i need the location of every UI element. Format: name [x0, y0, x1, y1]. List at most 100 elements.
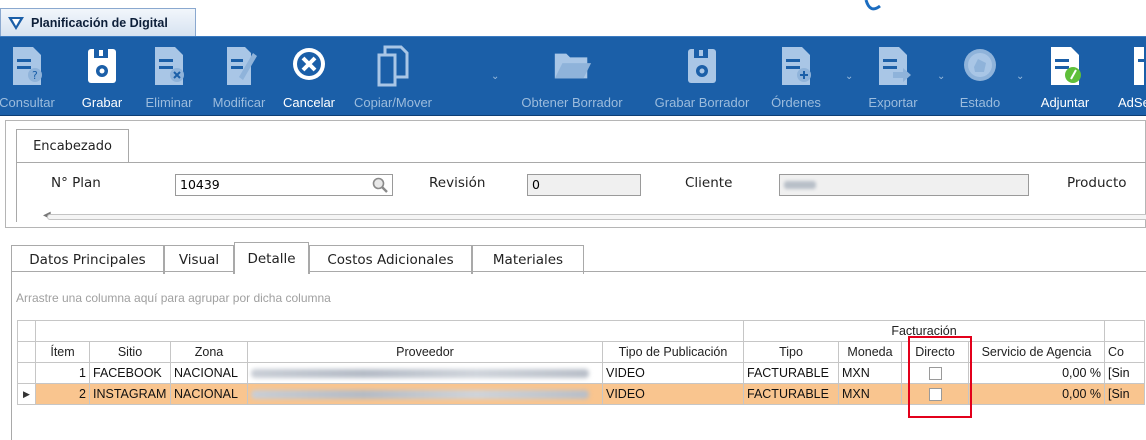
cell-sitio[interactable]: INSTAGRAM — [89, 383, 171, 405]
proveedor-redacted — [251, 369, 589, 379]
col-header-zona[interactable]: Zona — [170, 341, 248, 363]
tab-datos-principales[interactable]: Datos Principales — [11, 245, 164, 274]
producto-label: Producto — [1067, 175, 1127, 191]
app-logo-icon — [8, 16, 24, 30]
col-header-servicio-agencia[interactable]: Servicio de Agencia — [968, 341, 1105, 363]
document-query-icon: ? — [6, 45, 48, 87]
cell-tipo[interactable]: FACTURABLE — [743, 362, 839, 384]
encabezado-body: N° Plan 10439 Revisión 0 Cliente Product… — [16, 162, 1146, 222]
revision-input[interactable]: 0 — [527, 174, 641, 196]
table-row[interactable]: 1 FACEBOOK NACIONAL VIDEO FACTURABLE MXN… — [17, 362, 1145, 384]
cliente-redacted-value — [784, 181, 816, 189]
copiar-dropdown-caret[interactable]: ⌄ — [491, 71, 499, 82]
cancel-circle-icon — [288, 45, 330, 87]
cell-co[interactable]: [Sin — [1104, 362, 1145, 384]
header-panel: Encabezado N° Plan 10439 Revisión 0 Clie… — [5, 120, 1146, 228]
cell-tipo[interactable]: FACTURABLE — [743, 383, 839, 405]
row-selector-current[interactable]: ▶ — [17, 383, 36, 405]
obtener-borrador-button[interactable]: Obtener Borrador — [506, 37, 638, 117]
cell-directo[interactable] — [901, 383, 969, 405]
col-header-sitio[interactable]: Sitio — [89, 341, 171, 363]
cell-proveedor[interactable] — [247, 362, 603, 384]
exportar-button[interactable]: Exportar — [858, 37, 928, 117]
document-icon — [1104, 45, 1146, 87]
estado-dropdown-caret[interactable]: ⌄ — [1016, 71, 1024, 82]
col-header-co[interactable]: Co — [1104, 341, 1145, 363]
band-spacer-main — [35, 320, 744, 342]
form-area: Encabezado N° Plan 10439 Revisión 0 Clie… — [0, 116, 1146, 440]
consultar-button[interactable]: ? Consultar — [0, 37, 62, 117]
ordenes-button[interactable]: Órdenes — [766, 37, 826, 117]
ordenes-dropdown-caret[interactable]: ⌄ — [845, 71, 853, 82]
save-disk-icon — [81, 45, 123, 87]
col-header-moneda[interactable]: Moneda — [838, 341, 902, 363]
col-header-directo[interactable]: Directo — [901, 341, 969, 363]
detail-grid: Facturación Ítem Sitio Zona Proveedor Ti… — [17, 320, 1145, 405]
tab-visual[interactable]: Visual — [164, 245, 234, 274]
tab-encabezado[interactable]: Encabezado — [16, 129, 129, 163]
search-icon[interactable] — [371, 176, 389, 194]
attach-document-icon — [1044, 45, 1086, 87]
main-toolbar: ? Consultar Grabar Eliminar Modificar Ca… — [0, 36, 1146, 116]
col-header-item[interactable]: Ítem — [35, 341, 90, 363]
adse-button[interactable]: AdSe — [1104, 37, 1146, 117]
col-header-tipo-publicacion[interactable]: Tipo de Publicación — [602, 341, 744, 363]
tab-materiales[interactable]: Materiales — [472, 245, 584, 274]
cell-sitio[interactable]: FACEBOOK — [89, 362, 171, 384]
svg-text:?: ? — [32, 69, 38, 82]
band-facturacion: Facturación — [743, 320, 1105, 342]
cell-servicio-agencia[interactable]: 0,00 % — [968, 362, 1105, 384]
modificar-button[interactable]: Modificar — [204, 37, 274, 117]
detail-tab-strip: Datos Principales Visual Detalle Costos … — [11, 242, 1146, 274]
col-header-selector — [17, 341, 36, 363]
save-draft-icon — [681, 45, 723, 87]
tab-costos-adicionales[interactable]: Costos Adicionales — [309, 245, 472, 274]
directo-checkbox[interactable] — [928, 388, 942, 402]
exportar-dropdown-caret[interactable]: ⌄ — [937, 71, 945, 82]
row-selector[interactable] — [17, 362, 36, 384]
directo-checkbox[interactable] — [928, 367, 942, 381]
window-tab-strip: Planificación de Digital — [0, 0, 1146, 36]
document-delete-icon — [148, 45, 190, 87]
window-tab-title: Planificación de Digital — [31, 15, 168, 30]
cancelar-button[interactable]: Cancelar — [276, 37, 342, 117]
cell-moneda[interactable]: MXN — [838, 383, 902, 405]
cell-tipo-publicacion[interactable]: VIDEO — [602, 362, 744, 384]
cell-proveedor[interactable] — [247, 383, 603, 405]
cell-zona[interactable]: NACIONAL — [170, 383, 248, 405]
copiar-mover-button[interactable]: Copiar/Mover — [346, 37, 440, 117]
cell-moneda[interactable]: MXN — [838, 362, 902, 384]
plan-value: 10439 — [180, 177, 220, 192]
cell-zona[interactable]: NACIONAL — [170, 362, 248, 384]
document-add-icon — [775, 45, 817, 87]
grabar-borrador-button[interactable]: Grabar Borrador — [644, 37, 760, 117]
window-tab[interactable]: Planificación de Digital — [0, 8, 196, 36]
grid-column-header-row: Ítem Sitio Zona Proveedor Tipo de Public… — [17, 341, 1145, 363]
table-row-selected[interactable]: ▶ 2 INSTAGRAM NACIONAL VIDEO FACTURABLE … — [17, 383, 1145, 405]
eliminar-button[interactable]: Eliminar — [138, 37, 200, 117]
cell-item[interactable]: 2 — [35, 383, 90, 405]
estado-button[interactable]: Estado — [950, 37, 1010, 117]
cell-co[interactable]: [Sin — [1104, 383, 1145, 405]
col-header-proveedor[interactable]: Proveedor — [247, 341, 603, 363]
copy-pages-icon — [372, 45, 414, 87]
cell-tipo-publicacion[interactable]: VIDEO — [602, 383, 744, 405]
cliente-label: Cliente — [685, 175, 733, 191]
group-by-hint[interactable]: Arrastre una columna aquí para agrupar p… — [12, 280, 1146, 316]
band-spacer-selector — [17, 320, 36, 342]
cell-item[interactable]: 1 — [35, 362, 90, 384]
plan-input[interactable]: 10439 — [175, 174, 393, 196]
cell-servicio-agencia[interactable]: 0,00 % — [968, 383, 1105, 405]
cliente-input[interactable] — [779, 174, 1029, 196]
grabar-button[interactable]: Grabar — [70, 37, 134, 117]
adjuntar-button[interactable]: Adjuntar — [1032, 37, 1098, 117]
cell-directo[interactable] — [901, 362, 969, 384]
plan-label: N° Plan — [51, 175, 101, 191]
col-header-tipo[interactable]: Tipo — [743, 341, 839, 363]
status-circle-icon — [959, 45, 1001, 87]
document-edit-icon — [218, 45, 260, 87]
tab-detalle[interactable]: Detalle — [234, 242, 309, 274]
detail-grid-container: Arrastre una columna aquí para agrupar p… — [11, 272, 1146, 440]
header-horizontal-scrollbar[interactable] — [47, 214, 1146, 220]
proveedor-redacted — [251, 390, 589, 400]
